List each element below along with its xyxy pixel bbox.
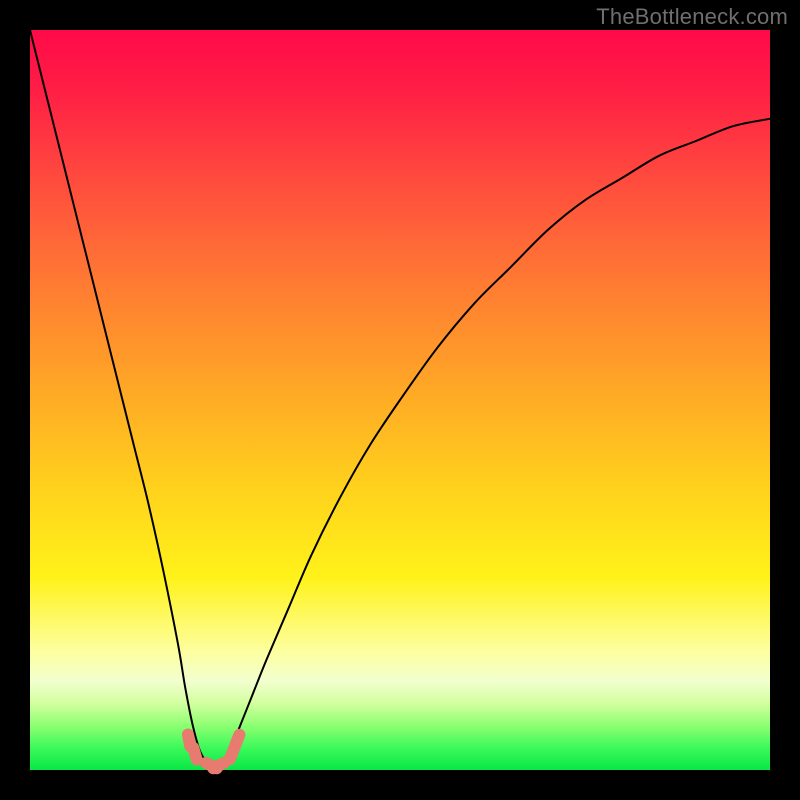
curve-layer (30, 30, 770, 770)
chart-frame: TheBottleneck.com (0, 0, 800, 800)
marker-group (181, 727, 247, 776)
watermark-text: TheBottleneck.com (596, 4, 788, 30)
bottleneck-curve (30, 30, 770, 766)
plot-area (30, 30, 770, 770)
